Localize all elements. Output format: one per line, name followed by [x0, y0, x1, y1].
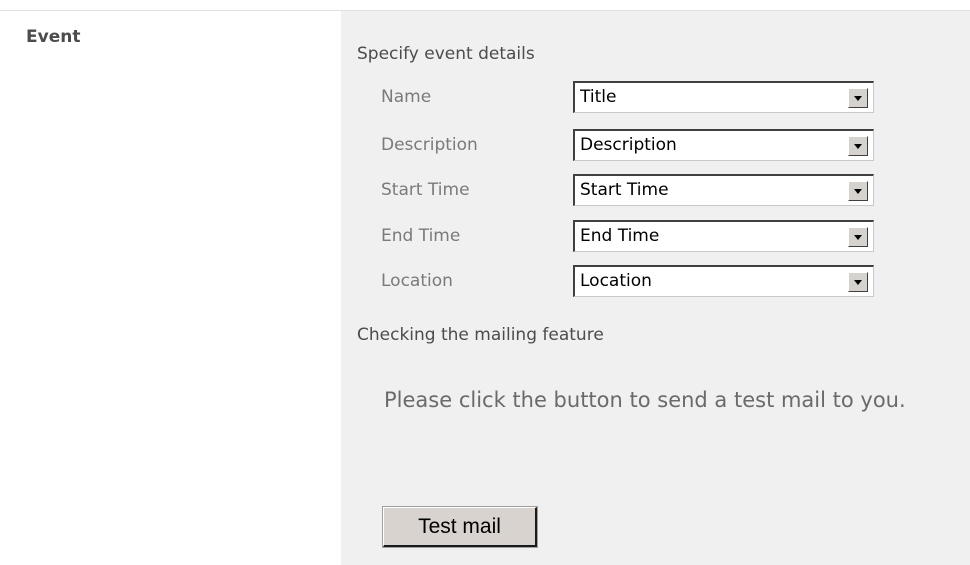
name-dropdown-button[interactable] [848, 88, 868, 108]
field-label-description: Description [381, 135, 478, 155]
end-time-dropdown-button[interactable] [848, 227, 868, 247]
field-row-start-time: Start Time Start Time [381, 174, 874, 206]
name-select-value: Title [580, 87, 617, 107]
chevron-down-icon [854, 235, 862, 240]
test-mail-button[interactable]: Test mail [382, 506, 538, 548]
chevron-down-icon [854, 189, 862, 194]
chevron-down-icon [854, 280, 862, 285]
start-time-select-value: Start Time [580, 180, 669, 200]
test-mail-instruction: Please click the button to send a test m… [384, 388, 906, 412]
start-time-select[interactable]: Start Time [573, 174, 874, 206]
field-label-location: Location [381, 271, 453, 291]
mailing-feature-heading: Checking the mailing feature [357, 325, 604, 345]
description-select-value: Description [580, 135, 677, 155]
field-label-start-time: Start Time [381, 180, 470, 200]
location-select[interactable]: Location [573, 265, 874, 297]
field-row-end-time: End Time End Time [381, 220, 874, 252]
name-select[interactable]: Title [573, 81, 874, 113]
chevron-down-icon [854, 144, 862, 149]
location-select-value: Location [580, 271, 652, 291]
chevron-down-icon [854, 96, 862, 101]
end-time-select-value: End Time [580, 226, 660, 246]
field-row-location: Location Location [381, 265, 874, 297]
specify-event-details-heading: Specify event details [357, 44, 535, 64]
field-row-description: Description Description [381, 129, 874, 161]
field-row-name: Name Title [381, 81, 874, 113]
section-label-event: Event [26, 27, 81, 47]
field-label-end-time: End Time [381, 226, 461, 246]
description-dropdown-button[interactable] [848, 136, 868, 156]
end-time-select[interactable]: End Time [573, 220, 874, 252]
event-settings-panel: Specify event details Name Title Descrip… [341, 11, 970, 565]
description-select[interactable]: Description [573, 129, 874, 161]
location-dropdown-button[interactable] [848, 272, 868, 292]
field-label-name: Name [381, 87, 432, 107]
start-time-dropdown-button[interactable] [848, 181, 868, 201]
